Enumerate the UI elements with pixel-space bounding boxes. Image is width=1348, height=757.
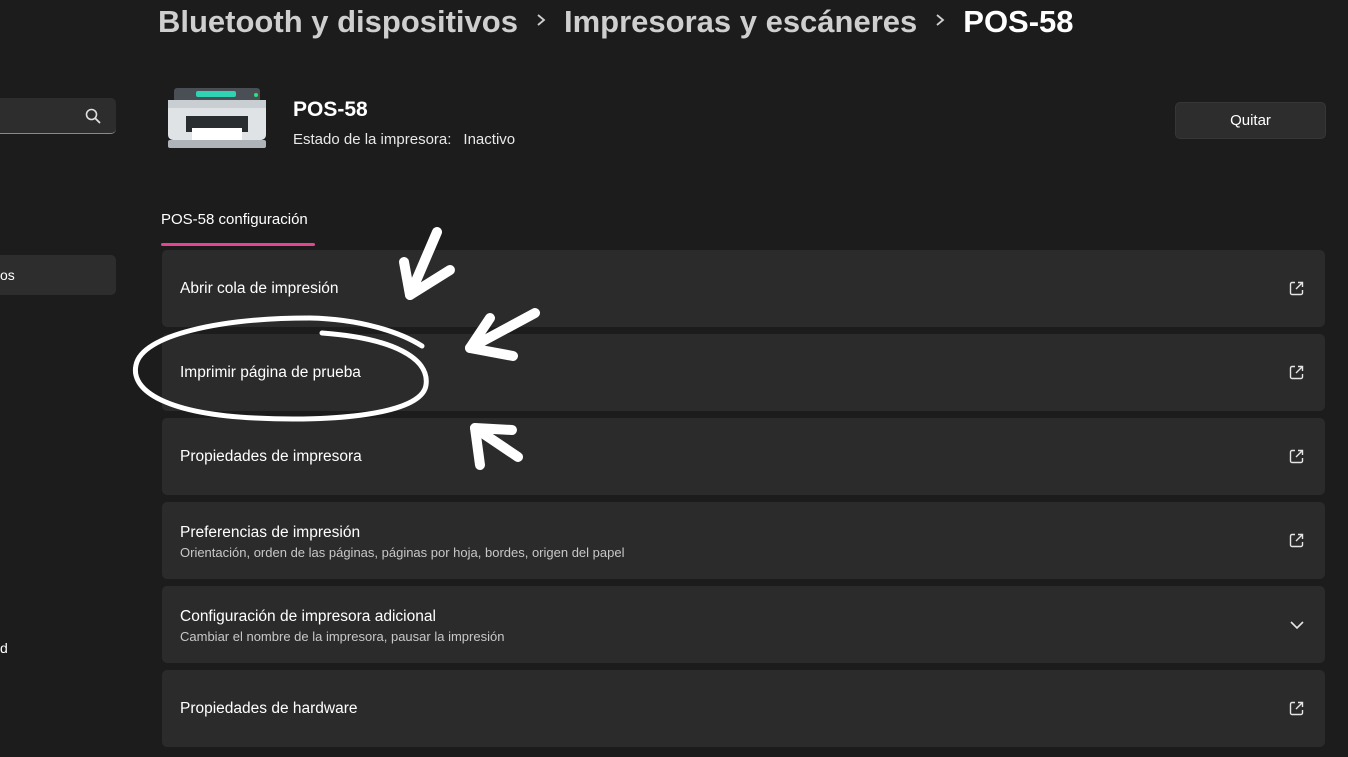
setting-additional-config[interactable]: Configuración de impresora adicional Cam… bbox=[162, 586, 1325, 663]
breadcrumb: Bluetooth y dispositivos Impresoras y es… bbox=[158, 2, 1074, 42]
status-value: Inactivo bbox=[463, 131, 516, 148]
tab-configuration[interactable]: POS-58 configuración bbox=[161, 211, 308, 228]
setting-title: Propiedades de hardware bbox=[180, 700, 358, 717]
device-name: POS-58 bbox=[293, 98, 368, 121]
setting-title: Abrir cola de impresión bbox=[180, 280, 339, 297]
open-external-icon bbox=[1289, 281, 1304, 296]
setting-print-test-page[interactable]: Imprimir página de prueba bbox=[162, 334, 1325, 411]
search-icon bbox=[85, 108, 101, 124]
open-external-icon bbox=[1289, 701, 1304, 716]
breadcrumb-current: POS-58 bbox=[963, 4, 1074, 39]
sidebar-item-label: os bbox=[0, 267, 15, 283]
sidebar: os d bbox=[0, 0, 130, 757]
settings-window: os d Bluetooth y dispositivos Impresoras… bbox=[0, 0, 1348, 757]
setting-open-queue[interactable]: Abrir cola de impresión bbox=[162, 250, 1325, 327]
breadcrumb-bluetooth[interactable]: Bluetooth y dispositivos bbox=[158, 4, 518, 40]
setting-title: Preferencias de impresión bbox=[180, 524, 361, 541]
open-external-icon bbox=[1289, 365, 1304, 380]
status-label: Estado de la impresora: bbox=[293, 131, 452, 148]
chevron-right-icon bbox=[518, 13, 564, 32]
chevron-right-icon bbox=[917, 13, 963, 32]
setting-title: Configuración de impresora adicional bbox=[180, 608, 436, 625]
sidebar-item-selected[interactable]: os bbox=[0, 255, 116, 295]
open-external-icon bbox=[1289, 533, 1304, 548]
tab-underline bbox=[161, 243, 315, 246]
setting-hardware-properties[interactable]: Propiedades de hardware bbox=[162, 670, 1325, 747]
search-input[interactable] bbox=[0, 98, 116, 134]
chevron-down-icon bbox=[1290, 621, 1304, 630]
printer-icon bbox=[168, 88, 266, 148]
setting-print-preferences[interactable]: Preferencias de impresión Orientación, o… bbox=[162, 502, 1325, 579]
sidebar-item-fragment[interactable]: d bbox=[0, 640, 8, 656]
setting-title: Propiedades de impresora bbox=[180, 448, 362, 465]
breadcrumb-printers[interactable]: Impresoras y escáneres bbox=[564, 4, 917, 40]
device-status: Estado de la impresora: Inactivo bbox=[293, 131, 515, 148]
setting-subtitle: Cambiar el nombre de la impresora, pausa… bbox=[180, 629, 505, 644]
setting-printer-properties[interactable]: Propiedades de impresora bbox=[162, 418, 1325, 495]
setting-title: Imprimir página de prueba bbox=[180, 364, 361, 381]
setting-subtitle: Orientación, orden de las páginas, págin… bbox=[180, 545, 625, 560]
remove-button[interactable]: Quitar bbox=[1175, 102, 1326, 139]
open-external-icon bbox=[1289, 449, 1304, 464]
